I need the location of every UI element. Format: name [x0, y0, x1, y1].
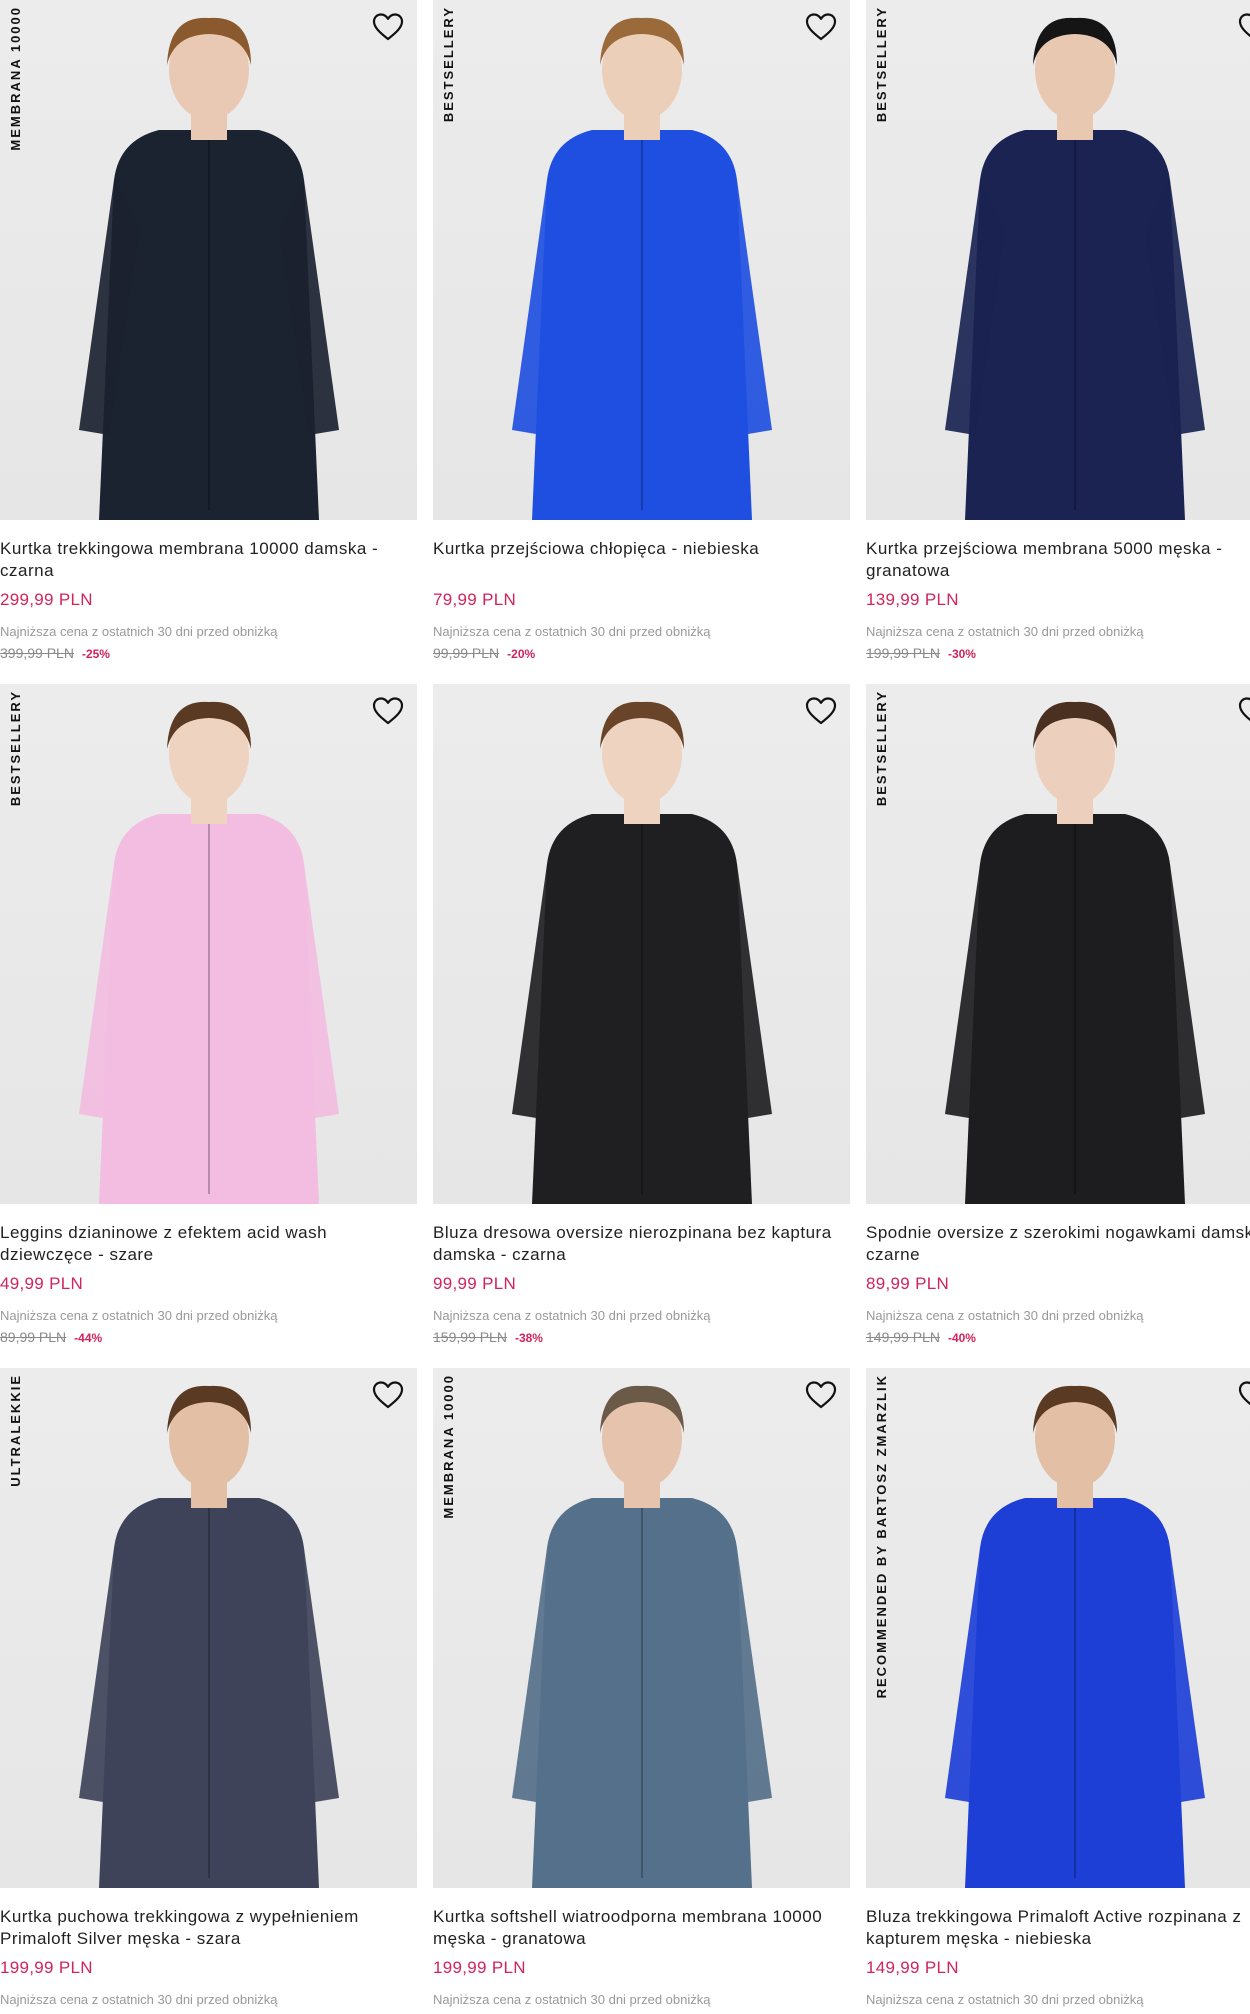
- wishlist-heart-icon[interactable]: [804, 1378, 838, 1412]
- model-photo: [511, 701, 772, 1204]
- product-card[interactable]: RECOMMENDED BY BARTOSZ ZMARZLIK Bluza tre…: [866, 1368, 1250, 2007]
- old-price: 199,99 PLN: [866, 645, 940, 661]
- wishlist-heart-icon[interactable]: [1237, 10, 1250, 44]
- model-photo: [78, 17, 339, 520]
- product-card[interactable]: MEMBRANA 10000 Kurtka softshell wiatroodp…: [433, 1368, 850, 2007]
- model-photo: [944, 1385, 1205, 1888]
- product-tag: ULTRALEKKIE: [8, 1374, 23, 1487]
- product-title[interactable]: Bluza trekkingowa Primaloft Active rozpi…: [866, 1906, 1250, 1950]
- product-title[interactable]: Kurtka przejściowa chłopięca - niebieska: [433, 538, 850, 582]
- discount-badge: -20%: [507, 647, 536, 661]
- product-price: 149,99 PLN: [866, 1958, 959, 1977]
- product-card[interactable]: ULTRALEKKIE Kurtka puchowa trekkingowa z …: [0, 1368, 417, 2007]
- discount-badge: -40%: [947, 1331, 976, 1345]
- lowest-price-note: Najniższa cena z ostatnich 30 dni przed …: [866, 624, 1144, 639]
- wishlist-heart-icon[interactable]: [804, 694, 838, 728]
- product-tag: BESTSELLERY: [874, 6, 889, 123]
- product-title[interactable]: Kurtka przejściowa membrana 5000 męska -…: [866, 538, 1250, 582]
- product-price: 199,99 PLN: [433, 1958, 526, 1977]
- model-photo: [511, 1385, 772, 1888]
- product-image[interactable]: BESTSELLERY: [0, 684, 417, 1204]
- lowest-price-note: Najniższa cena z ostatnich 30 dni przed …: [433, 1308, 711, 1323]
- product-title[interactable]: Spodnie oversize z szerokimi nogawkami d…: [866, 1222, 1250, 1266]
- product-price: 79,99 PLN: [433, 590, 517, 609]
- product-image[interactable]: [433, 684, 850, 1204]
- wishlist-heart-icon[interactable]: [371, 694, 405, 728]
- product-card[interactable]: BESTSELLERY Spodnie oversize z szerokimi …: [866, 684, 1250, 1345]
- product-grid: MEMBRANA 10000 Kurtka trekkingowa membran…: [0, 0, 1250, 2014]
- old-price: 149,99 PLN: [866, 1329, 940, 1345]
- wishlist-heart-icon[interactable]: [371, 1378, 405, 1412]
- product-card[interactable]: BESTSELLERY Kurtka przejściowa membrana 5…: [866, 0, 1250, 661]
- product-image[interactable]: ULTRALEKKIE: [0, 1368, 417, 1888]
- model-photo: [944, 701, 1205, 1204]
- lowest-price-note: Najniższa cena z ostatnich 30 dni przed …: [0, 1992, 278, 2007]
- wishlist-heart-icon[interactable]: [371, 10, 405, 44]
- product-tag: BESTSELLERY: [8, 690, 23, 807]
- product-price: 299,99 PLN: [0, 590, 93, 609]
- product-title[interactable]: Kurtka puchowa trekkingowa z wypełnienie…: [0, 1906, 417, 1950]
- product-image[interactable]: MEMBRANA 10000: [0, 0, 417, 520]
- product-price: 89,99 PLN: [866, 1274, 950, 1293]
- product-tag: MEMBRANA 10000: [441, 1374, 456, 1519]
- lowest-price-note: Najniższa cena z ostatnich 30 dni przed …: [866, 1308, 1144, 1323]
- product-image[interactable]: BESTSELLERY: [433, 0, 850, 520]
- old-price-row: 99,99 PLN -20%: [433, 645, 850, 661]
- lowest-price-note: Najniższa cena z ostatnich 30 dni przed …: [0, 1308, 278, 1323]
- product-image[interactable]: BESTSELLERY: [866, 684, 1250, 1204]
- wishlist-heart-icon[interactable]: [1237, 1378, 1250, 1412]
- old-price: 99,99 PLN: [433, 645, 500, 661]
- product-price: 199,99 PLN: [0, 1958, 93, 1977]
- model-photo: [511, 17, 772, 520]
- product-card[interactable]: MEMBRANA 10000 Kurtka trekkingowa membran…: [0, 0, 417, 661]
- product-price: 99,99 PLN: [433, 1274, 517, 1293]
- product-image[interactable]: BESTSELLERY: [866, 0, 1250, 520]
- product-title[interactable]: Kurtka trekkingowa membrana 10000 damska…: [0, 538, 417, 582]
- product-tag: RECOMMENDED BY BARTOSZ ZMARZLIK: [874, 1374, 889, 1699]
- discount-badge: -38%: [514, 1331, 543, 1345]
- lowest-price-note: Najniższa cena z ostatnich 30 dni przed …: [433, 624, 711, 639]
- old-price-row: 159,99 PLN -38%: [433, 1329, 850, 1345]
- model-photo: [78, 701, 339, 1204]
- wishlist-heart-icon[interactable]: [1237, 694, 1250, 728]
- old-price-row: 149,99 PLN -40%: [866, 1329, 1250, 1345]
- product-price: 49,99 PLN: [0, 1274, 84, 1293]
- old-price-row: 199,99 PLN -30%: [866, 645, 1250, 661]
- discount-badge: -25%: [81, 647, 110, 661]
- product-title[interactable]: Bluza dresowa oversize nierozpinana bez …: [433, 1222, 850, 1266]
- product-image[interactable]: RECOMMENDED BY BARTOSZ ZMARZLIK: [866, 1368, 1250, 1888]
- product-card[interactable]: Bluza dresowa oversize nierozpinana bez …: [433, 684, 850, 1345]
- old-price: 159,99 PLN: [433, 1329, 507, 1345]
- product-tag: MEMBRANA 10000: [8, 6, 23, 151]
- old-price: 89,99 PLN: [0, 1329, 67, 1345]
- wishlist-heart-icon[interactable]: [804, 10, 838, 44]
- old-price-row: 89,99 PLN -44%: [0, 1329, 417, 1345]
- product-title[interactable]: Leggins dzianinowe z efektem acid wash d…: [0, 1222, 417, 1266]
- lowest-price-note: Najniższa cena z ostatnich 30 dni przed …: [433, 1992, 711, 2007]
- old-price: 399,99 PLN: [0, 645, 74, 661]
- old-price-row: 399,99 PLN -25%: [0, 645, 417, 661]
- product-title[interactable]: Kurtka softshell wiatroodporna membrana …: [433, 1906, 850, 1950]
- product-tag: BESTSELLERY: [441, 6, 456, 123]
- product-image[interactable]: MEMBRANA 10000: [433, 1368, 850, 1888]
- lowest-price-note: Najniższa cena z ostatnich 30 dni przed …: [866, 1992, 1144, 2007]
- model-photo: [78, 1385, 339, 1888]
- model-photo: [944, 17, 1205, 520]
- discount-badge: -44%: [74, 1331, 103, 1345]
- product-card[interactable]: BESTSELLERY Leggins dzianinowe z efektem …: [0, 684, 417, 1345]
- product-card[interactable]: BESTSELLERY Kurtka przejściowa chłopięca …: [433, 0, 850, 661]
- product-price: 139,99 PLN: [866, 590, 959, 609]
- discount-badge: -30%: [947, 647, 976, 661]
- product-tag: BESTSELLERY: [874, 690, 889, 807]
- lowest-price-note: Najniższa cena z ostatnich 30 dni przed …: [0, 624, 278, 639]
